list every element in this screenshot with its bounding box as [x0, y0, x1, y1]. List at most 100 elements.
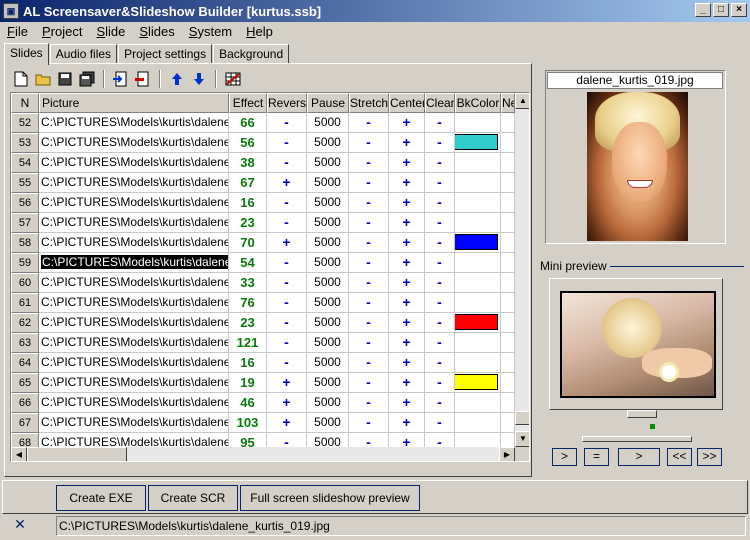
ne-cell[interactable] — [501, 293, 515, 313]
picture-cell[interactable]: C:\PICTURES\Models\kurtis\dalene_kurtis — [39, 153, 229, 173]
effect-cell[interactable]: 121 — [229, 333, 267, 353]
stretch-cell[interactable]: - — [349, 213, 389, 233]
center-cell[interactable]: + — [389, 293, 425, 313]
revers-cell[interactable]: - — [267, 293, 307, 313]
row-number[interactable]: 57 — [11, 213, 39, 233]
picture-cell[interactable]: C:\PICTURES\Models\kurtis\dalene_kurtis — [39, 213, 229, 233]
grid-settings-icon[interactable] — [222, 68, 244, 90]
row-number[interactable]: 64 — [11, 353, 39, 373]
ne-cell[interactable] — [501, 373, 515, 393]
bkcolor-cell[interactable] — [455, 313, 501, 333]
stretch-cell[interactable]: - — [349, 353, 389, 373]
effect-cell[interactable]: 46 — [229, 393, 267, 413]
effect-cell[interactable]: 23 — [229, 213, 267, 233]
menu-system[interactable]: System — [182, 24, 239, 39]
pause-cell[interactable]: 5000 — [307, 373, 349, 393]
ne-cell[interactable] — [501, 253, 515, 273]
bkcolor-cell[interactable] — [455, 213, 501, 233]
pause-cell[interactable]: 5000 — [307, 313, 349, 333]
effect-cell[interactable]: 23 — [229, 313, 267, 333]
clear-cell[interactable]: - — [425, 153, 455, 173]
row-number[interactable]: 54 — [11, 153, 39, 173]
center-cell[interactable]: + — [389, 333, 425, 353]
center-cell[interactable]: + — [389, 313, 425, 333]
effect-cell[interactable]: 16 — [229, 193, 267, 213]
ne-cell[interactable] — [501, 133, 515, 153]
clear-cell[interactable]: - — [425, 193, 455, 213]
picture-cell[interactable]: C:\PICTURES\Models\kurtis\dalene_kurtis — [39, 233, 229, 253]
table-row[interactable]: 65C:\PICTURES\Models\kurtis\dalene_kurti… — [11, 373, 515, 393]
scroll-right-button[interactable]: ▶ — [499, 447, 515, 461]
center-cell[interactable]: + — [389, 173, 425, 193]
pause-cell[interactable]: 5000 — [307, 273, 349, 293]
bkcolor-cell[interactable] — [455, 393, 501, 413]
table-row[interactable]: 52C:\PICTURES\Models\kurtis\dalene_kurti… — [11, 113, 515, 133]
picture-cell[interactable]: C:\PICTURES\Models\kurtis\dalene_kurtis — [39, 113, 229, 133]
effect-cell[interactable]: 33 — [229, 273, 267, 293]
revers-cell[interactable]: - — [267, 193, 307, 213]
arrow-down-icon[interactable] — [188, 68, 210, 90]
column-header-revers[interactable]: Revers — [267, 93, 307, 113]
revers-cell[interactable]: - — [267, 313, 307, 333]
picture-cell[interactable]: C:\PICTURES\Models\kurtis\dalene_kurtis — [39, 333, 229, 353]
table-row[interactable]: 54C:\PICTURES\Models\kurtis\dalene_kurti… — [11, 153, 515, 173]
effect-cell[interactable]: 103 — [229, 413, 267, 433]
clear-cell[interactable]: - — [425, 173, 455, 193]
ne-cell[interactable] — [501, 173, 515, 193]
ne-cell[interactable] — [501, 273, 515, 293]
row-number[interactable]: 55 — [11, 173, 39, 193]
revers-cell[interactable]: - — [267, 353, 307, 373]
pause-cell[interactable]: 5000 — [307, 153, 349, 173]
arrow-up-icon[interactable] — [166, 68, 188, 90]
center-cell[interactable]: + — [389, 393, 425, 413]
clear-cell[interactable]: - — [425, 253, 455, 273]
menu-slide[interactable]: Slide — [89, 24, 132, 39]
row-number[interactable]: 63 — [11, 333, 39, 353]
pause-cell[interactable]: 5000 — [307, 413, 349, 433]
stretch-cell[interactable]: - — [349, 413, 389, 433]
table-row[interactable]: 63C:\PICTURES\Models\kurtis\dalene_kurti… — [11, 333, 515, 353]
center-cell[interactable]: + — [389, 133, 425, 153]
slideshow-preview-button[interactable]: Full screen slideshow preview — [240, 485, 420, 511]
pause-cell[interactable]: 5000 — [307, 353, 349, 373]
stretch-cell[interactable]: - — [349, 273, 389, 293]
row-number[interactable]: 61 — [11, 293, 39, 313]
pause-cell[interactable]: 5000 — [307, 193, 349, 213]
picture-cell[interactable]: C:\PICTURES\Models\kurtis\dalene_kurtis — [39, 413, 229, 433]
revers-cell[interactable]: - — [267, 213, 307, 233]
scroll-up-button[interactable]: ▲ — [515, 93, 529, 109]
clear-cell[interactable]: - — [425, 393, 455, 413]
picture-cell[interactable]: C:\PICTURES\Models\kurtis\dalene_kurtis — [39, 293, 229, 313]
row-number[interactable]: 56 — [11, 193, 39, 213]
clear-cell[interactable]: - — [425, 353, 455, 373]
table-row[interactable]: 56C:\PICTURES\Models\kurtis\dalene_kurti… — [11, 193, 515, 213]
remove-icon[interactable] — [132, 68, 154, 90]
bkcolor-cell[interactable] — [455, 173, 501, 193]
picture-cell[interactable]: C:\PICTURES\Models\kurtis\dalene_kurtis — [39, 253, 229, 273]
bkcolor-cell[interactable] — [455, 233, 501, 253]
menu-slides[interactable]: Slides — [132, 24, 181, 39]
hscroll-thumb[interactable] — [27, 447, 127, 461]
picture-cell[interactable]: C:\PICTURES\Models\kurtis\dalene_kurtis — [39, 393, 229, 413]
bkcolor-cell[interactable] — [455, 153, 501, 173]
bkcolor-cell[interactable] — [455, 133, 501, 153]
pause-cell[interactable]: 5000 — [307, 173, 349, 193]
picture-cell[interactable]: C:\PICTURES\Models\kurtis\dalene_kurtis — [39, 133, 229, 153]
picture-cell[interactable]: C:\PICTURES\Models\kurtis\dalene_kurtis — [39, 373, 229, 393]
revers-cell[interactable]: - — [267, 133, 307, 153]
row-number[interactable]: 53 — [11, 133, 39, 153]
picture-cell[interactable]: C:\PICTURES\Models\kurtis\dalene_kurtis — [39, 273, 229, 293]
center-cell[interactable]: + — [389, 213, 425, 233]
picture-cell[interactable]: C:\PICTURES\Models\kurtis\dalene_kurtis — [39, 313, 229, 333]
center-cell[interactable]: + — [389, 193, 425, 213]
stretch-cell[interactable]: - — [349, 233, 389, 253]
import-icon[interactable] — [110, 68, 132, 90]
table-row[interactable]: 64C:\PICTURES\Models\kurtis\dalene_kurti… — [11, 353, 515, 373]
revers-cell[interactable]: - — [267, 153, 307, 173]
pause-cell[interactable]: 5000 — [307, 213, 349, 233]
column-header-picture[interactable]: Picture — [39, 93, 229, 113]
bkcolor-cell[interactable] — [455, 333, 501, 353]
create-exe-button[interactable]: Create EXE — [56, 485, 146, 511]
row-number[interactable]: 66 — [11, 393, 39, 413]
stretch-cell[interactable]: - — [349, 293, 389, 313]
